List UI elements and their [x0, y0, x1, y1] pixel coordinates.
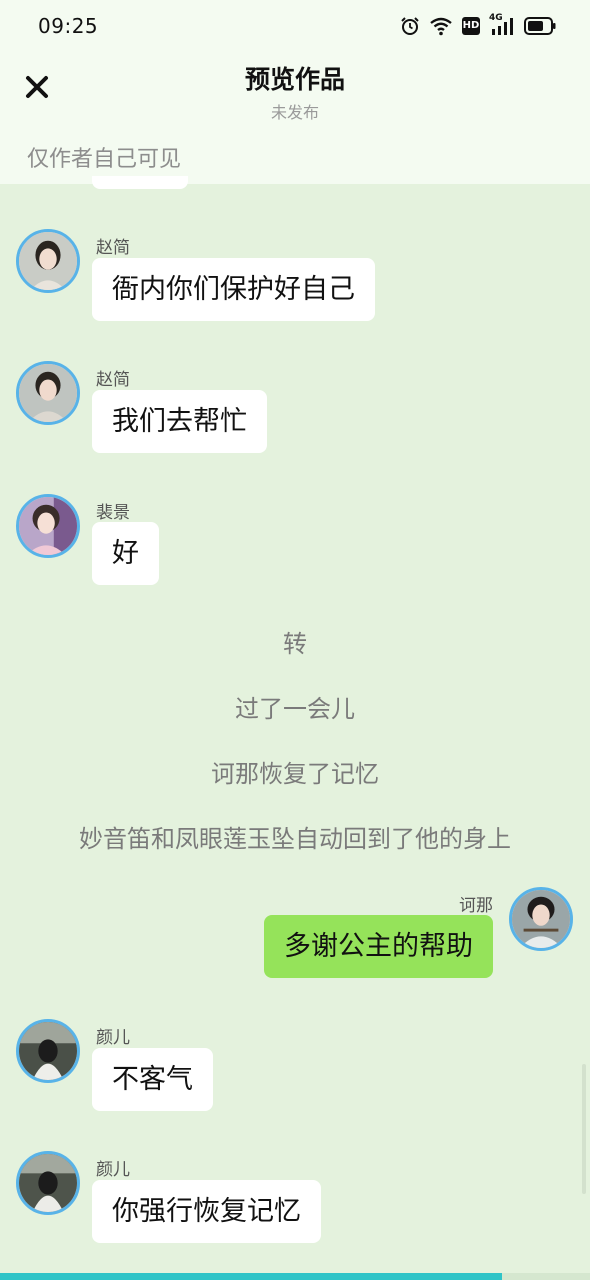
message-bubble-mine[interactable]: 多谢公主的帮助 — [264, 915, 493, 978]
message-bubble[interactable]: 你强行恢复记忆 — [92, 1180, 321, 1243]
sender-name: 赵简 — [96, 238, 130, 258]
narration-text: 转 — [283, 630, 307, 658]
visibility-note: 仅作者自己可见 — [27, 147, 182, 172]
narration-text: 诃那恢复了记忆 — [211, 760, 379, 788]
status-time: 09:25 — [38, 14, 99, 38]
message-bubble[interactable]: 衙内你们保护好自己 — [92, 258, 375, 321]
message-bubble[interactable]: 我们去帮忙 — [92, 390, 267, 453]
narration-text: 妙音笛和凤眼莲玉坠自动回到了他的身上 — [79, 825, 511, 853]
wifi-icon — [429, 16, 453, 36]
sender-name: 颜儿 — [96, 1028, 130, 1048]
message-bubble[interactable]: 不客气 — [92, 1048, 213, 1111]
avatar-zhaojian[interactable] — [16, 229, 80, 293]
4g-signal-icon: 4G — [489, 13, 515, 36]
status-icons: HD 4G — [400, 13, 556, 38]
avatar-yaner[interactable] — [16, 1151, 80, 1215]
status-bar: 09:25 HD 4G — [0, 0, 590, 52]
progress-fill — [0, 1273, 502, 1280]
narration-text: 过了一会儿 — [235, 695, 355, 723]
avatar-hena[interactable] — [509, 887, 573, 951]
alarm-icon — [400, 16, 420, 36]
hd-icon: HD — [462, 17, 480, 35]
avatar-peijing[interactable] — [16, 494, 80, 558]
sender-name: 裴景 — [96, 503, 130, 523]
battery-icon — [524, 17, 556, 35]
sender-name: 赵简 — [96, 370, 130, 390]
top-bar: 09:25 HD 4G 预览作品 未发布 仅作者自己可见 — [0, 0, 590, 184]
avatar-yaner[interactable] — [16, 1019, 80, 1083]
reading-progress-bar — [0, 1273, 590, 1280]
avatar-zhaojian[interactable] — [16, 361, 80, 425]
scrollbar[interactable] — [582, 1064, 586, 1194]
publish-status: 未发布 — [270, 103, 319, 122]
sender-name: 诃那 — [459, 896, 493, 916]
page-title: 预览作品 — [244, 65, 345, 94]
message-bubble[interactable]: 好 — [92, 522, 159, 585]
message-bubble-partial — [92, 176, 188, 189]
sender-name: 颜儿 — [96, 1160, 130, 1180]
